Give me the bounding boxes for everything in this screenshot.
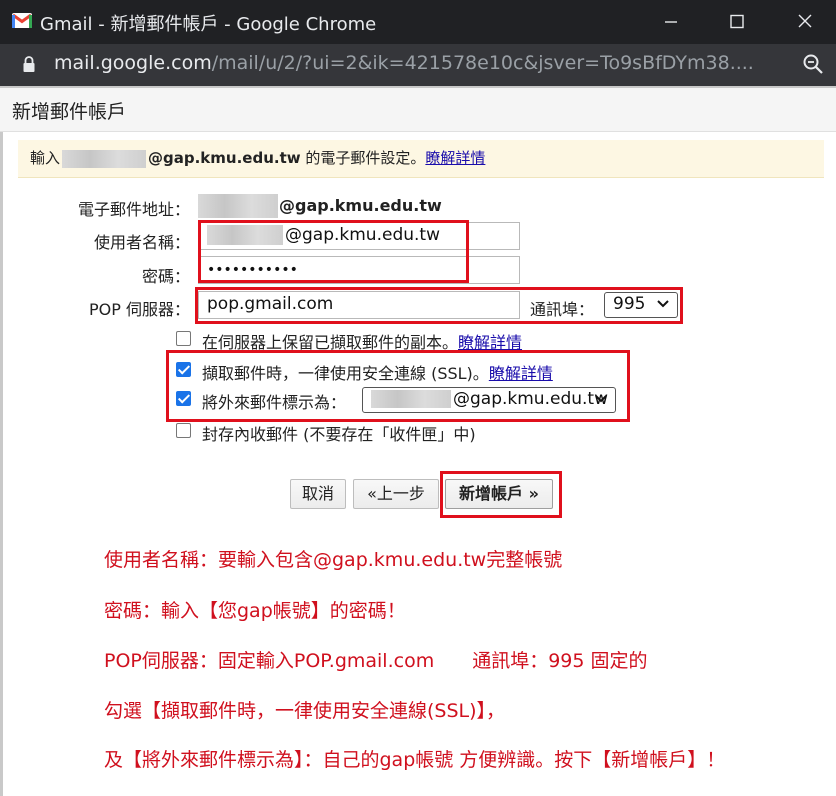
url-text[interactable]: mail.google.com/mail/u/2/?ui=2&ik=421578… (54, 52, 784, 74)
cancel-button[interactable]: 取消 (290, 479, 346, 509)
url-host: mail.google.com (54, 52, 212, 74)
redacted-username (198, 194, 278, 218)
redacted-username (62, 149, 147, 168)
back-button[interactable]: «上一步 (353, 479, 439, 509)
close-button[interactable] (790, 8, 820, 36)
highlight-box-credentials (198, 220, 469, 283)
window-edge (0, 88, 3, 796)
keep-copy-checkbox[interactable] (176, 331, 191, 346)
annotation-note: 使用者名稱：要輸入包含@gap.kmu.edu.tw完整帳號 (104, 549, 563, 571)
lock-icon (23, 56, 35, 72)
learn-more-link[interactable]: 瞭解詳情 (425, 149, 485, 167)
username-label: 使用者名稱： (93, 233, 190, 252)
annotation-note: 及【將外來郵件標示為】：自己的gap帳號 方便辨識。按下【新增帳戶】！ (104, 749, 726, 771)
archive-label: 封存內收郵件 (不要存在「收件匣」中) (202, 425, 476, 444)
intro-domain: @gap.kmu.edu.tw (148, 149, 301, 167)
close-icon (798, 14, 812, 28)
annotation-note: 勾選【擷取郵件時，一律使用安全連線(SSL)】， (104, 700, 506, 722)
highlight-box-server (195, 287, 683, 324)
title-bar: Gmail - 新增郵件帳戶 - Google Chrome (0, 0, 836, 44)
zoom-icon[interactable] (802, 53, 824, 75)
minimize-button[interactable] (656, 8, 686, 36)
email-address-label: 電子郵件地址： (77, 200, 190, 219)
highlight-box-options (166, 350, 630, 422)
url-path: /mail/u/2/?ui=2&ik=421578e10c&jsver=To9s… (211, 52, 754, 74)
annotation-note: POP伺服器：固定輸入POP.gmail.com 通訊埠：995 固定的 (104, 650, 648, 672)
minimize-icon (665, 21, 677, 23)
dialog-title: 新增郵件帳戶 (12, 101, 127, 123)
gmail-icon (12, 13, 32, 28)
pop-server-label: POP 伺服器： (89, 300, 190, 319)
maximize-icon (730, 14, 744, 29)
annotation-note: 密碼：輸入【您gap帳號】的密碼！ (104, 600, 406, 622)
maximize-button[interactable] (722, 8, 752, 36)
intro-text: 輸入 @gap.kmu.edu.tw 的電子郵件設定。瞭解詳情 (30, 147, 485, 168)
archive-checkbox[interactable] (176, 423, 191, 438)
intro-suffix: 的電子郵件設定。 (300, 149, 426, 167)
address-bar[interactable]: mail.google.com/mail/u/2/?ui=2&ik=421578… (0, 44, 836, 86)
email-domain: @gap.kmu.edu.tw (279, 196, 442, 215)
password-label: 密碼： (141, 267, 190, 286)
highlight-box-add-button (440, 471, 562, 518)
intro-banner: 輸入 @gap.kmu.edu.tw 的電子郵件設定。瞭解詳情 (18, 140, 824, 178)
dialog-header: 新增郵件帳戶 (0, 88, 836, 132)
intro-prefix: 輸入 (30, 149, 61, 167)
window-title: Gmail - 新增郵件帳戶 - Google Chrome (40, 14, 377, 35)
